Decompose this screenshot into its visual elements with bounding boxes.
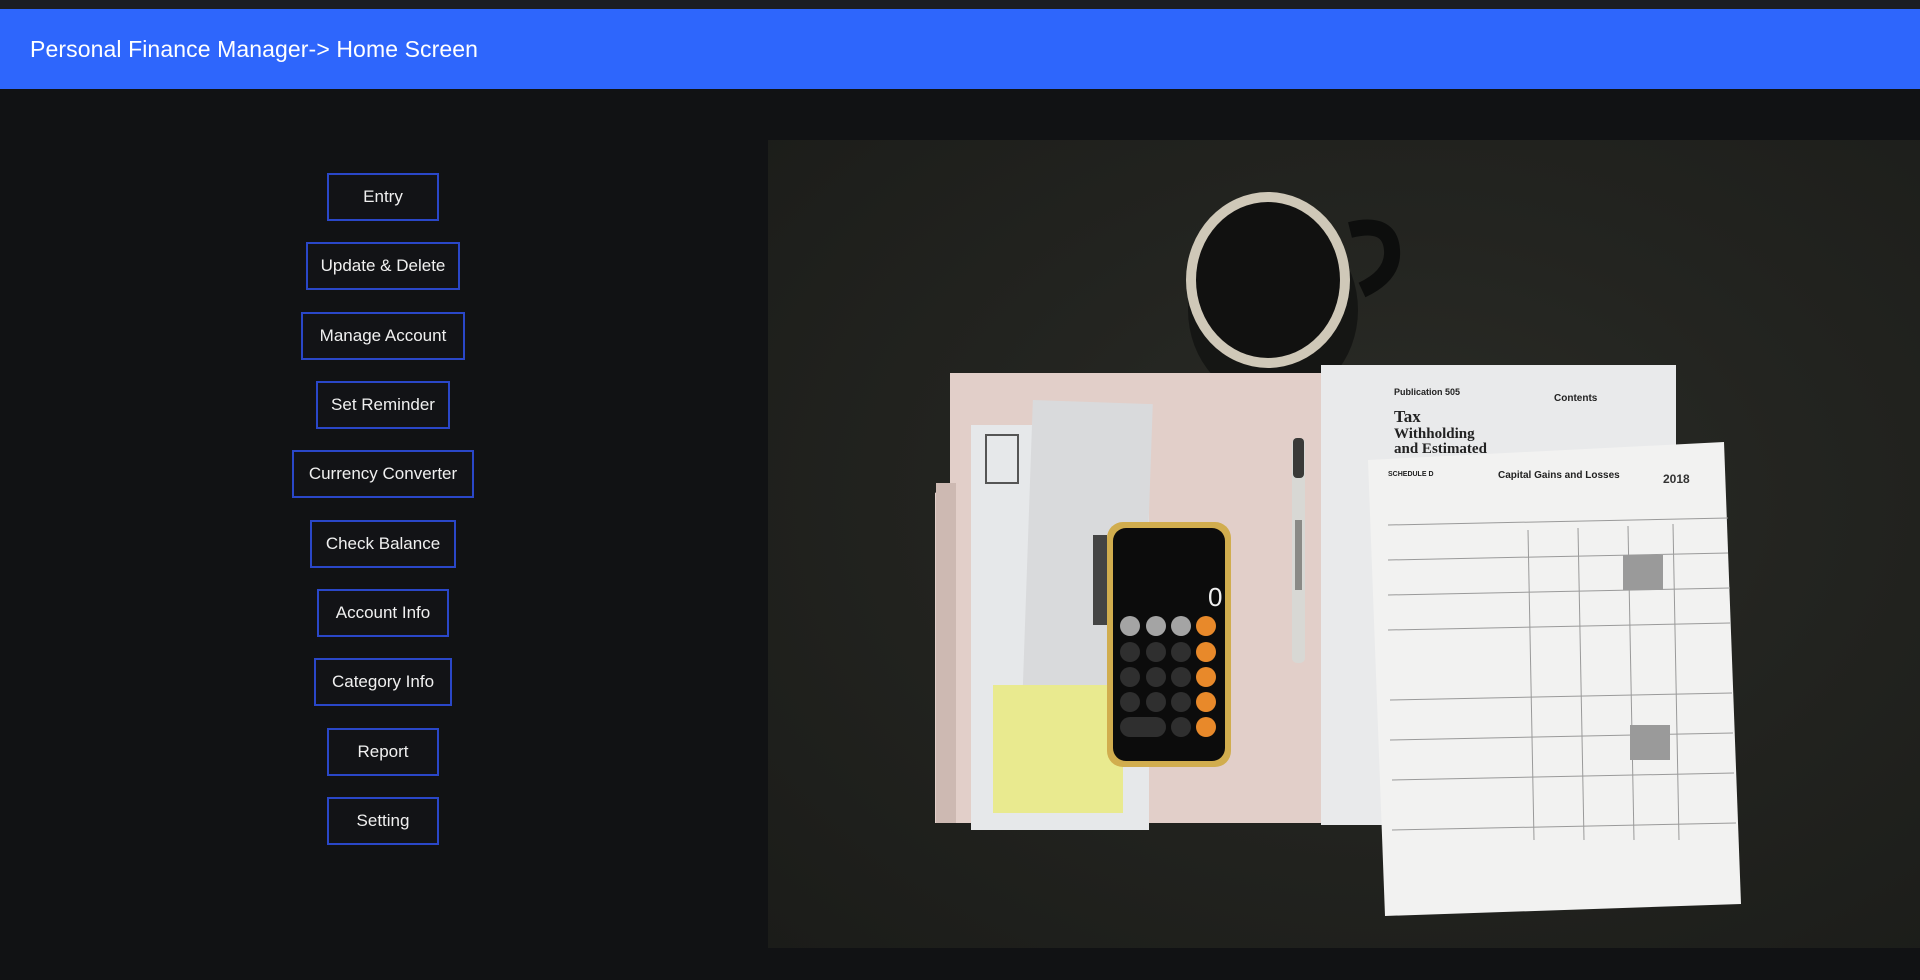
doc-title-line3: and Estimated [1394, 441, 1488, 457]
schedule-label: SCHEDULE D [1388, 471, 1434, 478]
category-info-button[interactable]: Category Info [314, 658, 452, 706]
window-top-strip [0, 0, 1920, 9]
calculator-display: 0 [1208, 582, 1222, 612]
contents-label: Contents [1554, 393, 1598, 404]
currency-converter-button[interactable]: Currency Converter [292, 450, 474, 498]
page-title: Personal Finance Manager-> Home Screen [30, 35, 479, 62]
report-button[interactable]: Report [327, 728, 439, 776]
form-year: 2018 [1663, 472, 1690, 486]
schedule-d-form: SCHEDULE D Capital Gains and Losses 2018 [1368, 442, 1741, 916]
sticky-note [993, 685, 1123, 813]
doc-title-line2: Withholding [1394, 426, 1475, 442]
schedule-title: Capital Gains and Losses [1498, 470, 1620, 481]
calculator-phone-icon: 0 [1107, 522, 1231, 767]
finance-desk-illustration: 0 Publication 505 Tax Withholding and Es… [935, 192, 1741, 916]
pen-icon [1292, 438, 1305, 663]
entry-button[interactable]: Entry [327, 173, 439, 221]
app-header: Personal Finance Manager-> Home Screen [0, 9, 1920, 89]
manage-account-button[interactable]: Manage Account [301, 312, 465, 360]
update-delete-button[interactable]: Update & Delete [306, 242, 460, 290]
set-reminder-button[interactable]: Set Reminder [316, 381, 450, 429]
account-info-button[interactable]: Account Info [317, 589, 449, 637]
hero-image: 0 Publication 505 Tax Withholding and Es… [768, 140, 1920, 948]
check-balance-button[interactable]: Check Balance [310, 520, 456, 568]
publication-label: Publication 505 [1394, 387, 1460, 397]
setting-button[interactable]: Setting [327, 797, 439, 845]
doc-title-line1: Tax [1394, 407, 1421, 426]
